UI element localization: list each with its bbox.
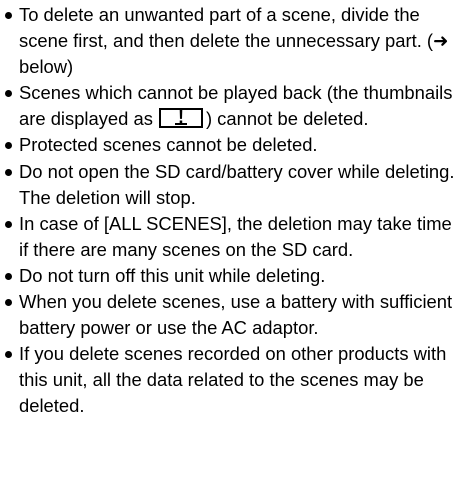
unplayable-thumbnail-icon: ! [158,107,203,129]
note-split-scene: To delete an unwanted part of a scene, d… [3,2,465,80]
note-text: When you delete scenes, use a battery wi… [19,291,453,339]
bullet-icon [5,90,12,98]
bullet-icon [5,272,12,280]
note-other-products: If you delete scenes recorded on other p… [3,341,465,419]
bullet-icon [5,142,12,150]
note-battery: When you delete scenes, use a battery wi… [3,289,465,341]
note-text: Do not turn off this unit while deleting… [19,264,326,286]
note-text: To delete an unwanted part of a scene, d… [19,4,449,78]
note-protected-scenes: Protected scenes cannot be deleted. [3,132,465,158]
note-text: Do not open the SD card/battery cover wh… [19,160,455,208]
note-text: In case of [ALL SCENES], the deletion ma… [19,212,452,260]
note-unplayable-scenes: Scenes which cannot be played back (the … [3,80,465,132]
note-text-after: ) cannot be deleted. [205,108,369,130]
bullet-icon [5,220,12,228]
note-sd-card-cover: Do not open the SD card/battery cover wh… [3,159,465,211]
bullet-icon [5,168,12,176]
notes-list: To delete an unwanted part of a scene, d… [3,2,465,420]
note-text: If you delete scenes recorded on other p… [19,343,447,417]
bullet-icon [5,351,12,359]
note-text: Protected scenes cannot be deleted. [19,134,318,156]
note-all-scenes: In case of [ALL SCENES], the deletion ma… [3,211,465,263]
note-power-off: Do not turn off this unit while deleting… [3,263,465,289]
bullet-icon [5,12,12,19]
icon-underline [174,123,187,126]
bullet-icon [5,299,12,307]
